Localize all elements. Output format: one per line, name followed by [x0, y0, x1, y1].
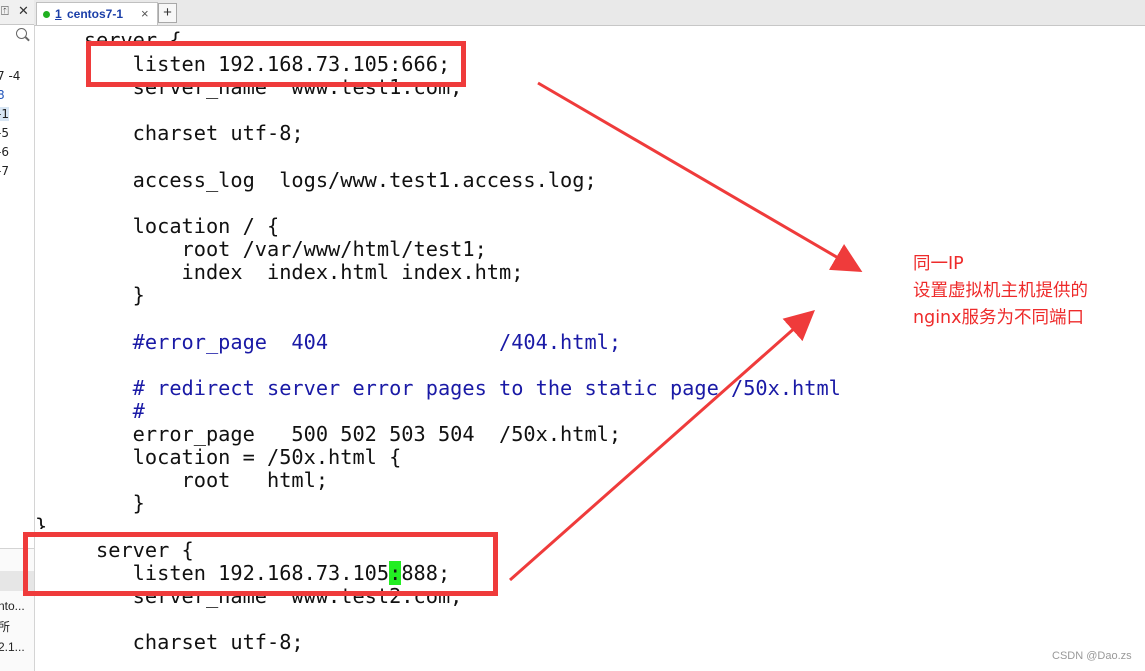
annotation-line: nginx服务为不同端口 [913, 308, 1085, 328]
arrow-from-top-box [537, 81, 863, 273]
annotation-line: 设置虚拟机主机提供的 [913, 281, 1088, 301]
watermark: CSDN @Dao.zs [1052, 650, 1132, 662]
annotation-text: 同一IP 设置虚拟机主机提供的 nginx服务为不同端口 [913, 251, 1088, 332]
annotation-line: 同一IP [913, 254, 964, 274]
annotation-arrows [509, 81, 863, 582]
arrow-from-bottom-box [509, 310, 815, 582]
